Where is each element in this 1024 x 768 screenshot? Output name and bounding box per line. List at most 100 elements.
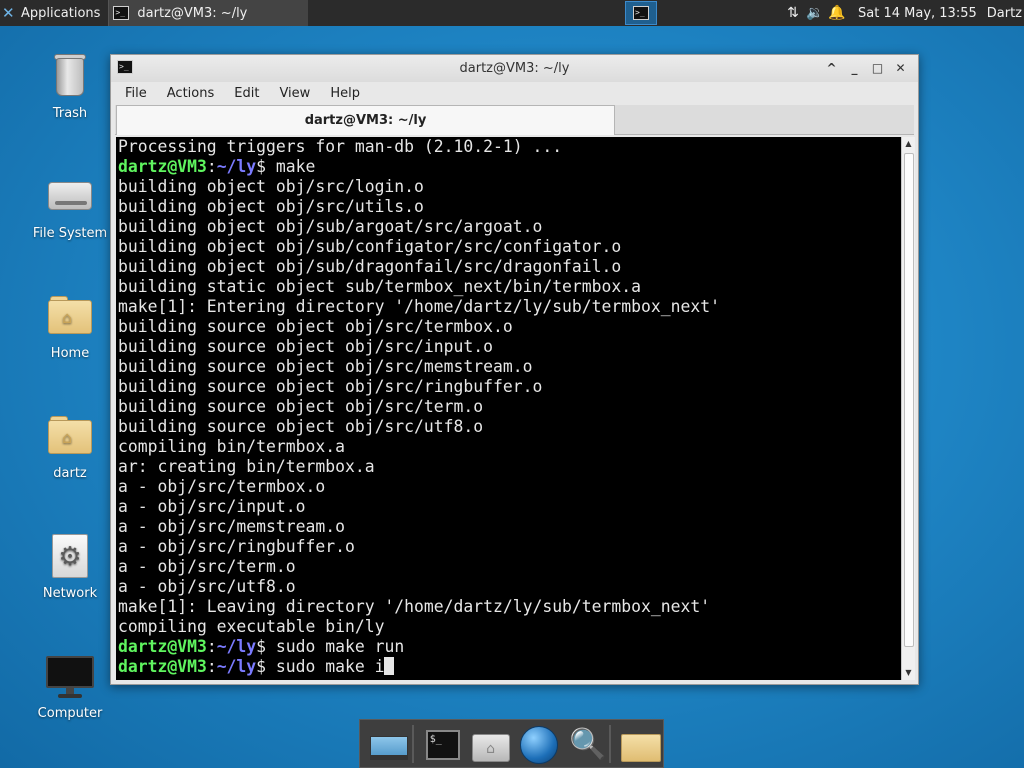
dock-separator [411,724,414,763]
home-files-icon: ⌂ [471,733,510,762]
desktop-icon-trash[interactable]: Trash [15,52,125,121]
terminal-output-line: building source object obj/src/memstream… [118,357,533,376]
drive-icon [46,172,94,220]
show-desktop-icon [370,735,408,760]
terminal-output-line: compiling bin/termbox.a [118,437,345,456]
keep-above-button[interactable]: ^ [820,59,843,77]
terminal-output-line: building object obj/sub/argoat/src/argoa… [118,217,543,236]
minimize-button[interactable]: _ [843,59,866,77]
dock-separator [609,724,612,763]
window-title: dartz@VM3: ~/ly [459,61,570,76]
dock-app-finder[interactable]: 🔍 [561,722,608,766]
folder-icon [621,733,662,762]
terminal-window: >_ dartz@VM3: ~/ly ^ _ □ ✕ File Actions … [110,54,919,685]
command-text: sudo make run [275,637,405,656]
close-button[interactable]: ✕ [889,59,912,77]
prompt-path: ~/ly [216,657,257,676]
taskbar-button-terminal[interactable]: >_ dartz@VM3: ~/ly [108,0,309,26]
terminal-output-line: building source object obj/src/termbox.o [118,317,513,336]
taskbar-button-label: dartz@VM3: ~/ly [137,5,248,21]
applications-label: Applications [21,5,101,21]
home-folder-icon: ⌂ [46,292,94,340]
menu-view[interactable]: View [279,86,310,101]
terminal-command-line: dartz@VM3:~/ly$ sudo make i [118,657,901,677]
terminal-output-line: make[1]: Leaving directory '/home/dartz/… [118,597,711,616]
desktop-icon-label: Home [50,346,90,361]
desktop-icon-label: Computer [37,706,103,721]
terminal-output-line: building object obj/src/utils.o [118,197,424,216]
desktop-icon-dartz[interactable]: ⌂ dartz [15,412,125,481]
terminal-icon: $_ [425,729,460,760]
scroll-up-icon[interactable]: ▲ [902,137,915,151]
text-cursor [384,657,395,675]
scroll-down-icon[interactable]: ▼ [902,666,915,680]
terminal-output-line: building static object sub/termbox_next/… [118,277,642,296]
terminal-icon[interactable]: >_ [117,60,133,74]
terminal-output-line: building source object obj/src/input.o [118,337,493,356]
terminal-icon: >_ [113,6,130,20]
maximize-button[interactable]: □ [866,59,889,77]
tab-terminal[interactable]: dartz@VM3: ~/ly [116,105,615,135]
xfce-logo-icon: ✕ [2,4,15,22]
dock-home-files[interactable]: ⌂ [466,722,513,766]
network-icon: ⚙ [46,532,94,580]
terminal-output-line: building source object obj/src/term.o [118,397,484,416]
volume-icon[interactable]: 🔉 [804,5,826,21]
prompt-separator: : [206,657,217,676]
terminal-output-line: building source object obj/src/ringbuffe… [118,377,543,396]
workspace-switcher[interactable]: >_ [625,1,657,25]
terminal-output-line: Processing triggers for man-db (2.10.2-1… [118,137,563,156]
dock-terminal[interactable]: $_ [418,722,465,766]
window-titlebar[interactable]: >_ dartz@VM3: ~/ly ^ _ □ ✕ [111,55,918,82]
desktop-icon-label: Network [42,586,98,601]
desktop-icon-computer[interactable]: Computer [15,652,125,721]
terminal-output[interactable]: Processing triggers for man-db (2.10.2-1… [116,137,901,680]
monitor-icon [46,652,94,700]
terminal-output-line: a - obj/src/term.o [118,557,296,576]
prompt-separator: : [206,637,217,656]
trash-icon [46,52,94,100]
applications-menu[interactable]: ✕ Applications [0,0,104,26]
network-icon[interactable]: ⇅ [782,5,804,21]
prompt-path: ~/ly [216,637,257,656]
top-panel: ✕ Applications >_ dartz@VM3: ~/ly >_ ⇅ 🔉… [0,0,1024,26]
notification-icon[interactable]: 🔔 [826,5,848,21]
terminal-output-line: building source object obj/src/utf8.o [118,417,484,436]
prompt-dollar: $ [256,657,276,676]
tab-bar: dartz@VM3: ~/ly [115,105,914,135]
terminal-output-line: a - obj/src/termbox.o [118,477,326,496]
terminal-output-line: make[1]: Entering directory '/home/dartz… [118,297,720,316]
prompt-dollar: $ [256,157,276,176]
web-browser-icon [519,725,558,764]
desktop-icon-network[interactable]: ⚙ Network [15,532,125,601]
desktop-icon-label: dartz [53,466,87,481]
folder-icon: ⌂ [46,412,94,460]
command-text: sudo make i [275,657,385,676]
menu-bar: File Actions Edit View Help [111,82,918,104]
user-menu[interactable]: Dartz [987,6,1022,21]
menu-actions[interactable]: Actions [167,86,215,101]
desktop-icon-home[interactable]: ⌂ Home [15,292,125,361]
desktop-icon-file-system[interactable]: File System [15,172,125,241]
terminal-command-line: dartz@VM3:~/ly$ make [118,157,901,177]
desktop-icon-label: Trash [52,106,88,121]
menu-help[interactable]: Help [330,86,360,101]
prompt-user: dartz@VM3 [118,637,207,656]
terminal-output-line: building object obj/sub/configator/src/c… [118,237,622,256]
terminal-scrollbar[interactable]: ▲ ▼ [901,137,915,680]
terminal-output-line: building object obj/sub/dragonfail/src/d… [118,257,622,276]
clock[interactable]: Sat 14 May, 13:55 [858,6,977,21]
menu-file[interactable]: File [125,86,147,101]
menu-edit[interactable]: Edit [234,86,259,101]
desktop-icon-label: File System [32,226,108,241]
dock-web-browser[interactable] [514,722,561,766]
terminal-command-line: dartz@VM3:~/ly$ sudo make run [118,637,901,657]
terminal-icon: >_ [633,6,649,20]
terminal-output-line: a - obj/src/memstream.o [118,517,345,536]
terminal-output-line: compiling executable bin/ly [118,617,385,636]
scroll-thumb[interactable] [904,153,914,647]
dock-show-desktop[interactable] [364,722,411,766]
dock-folder[interactable] [615,722,662,766]
command-text: make [275,157,316,176]
prompt-user: dartz@VM3 [118,157,207,176]
